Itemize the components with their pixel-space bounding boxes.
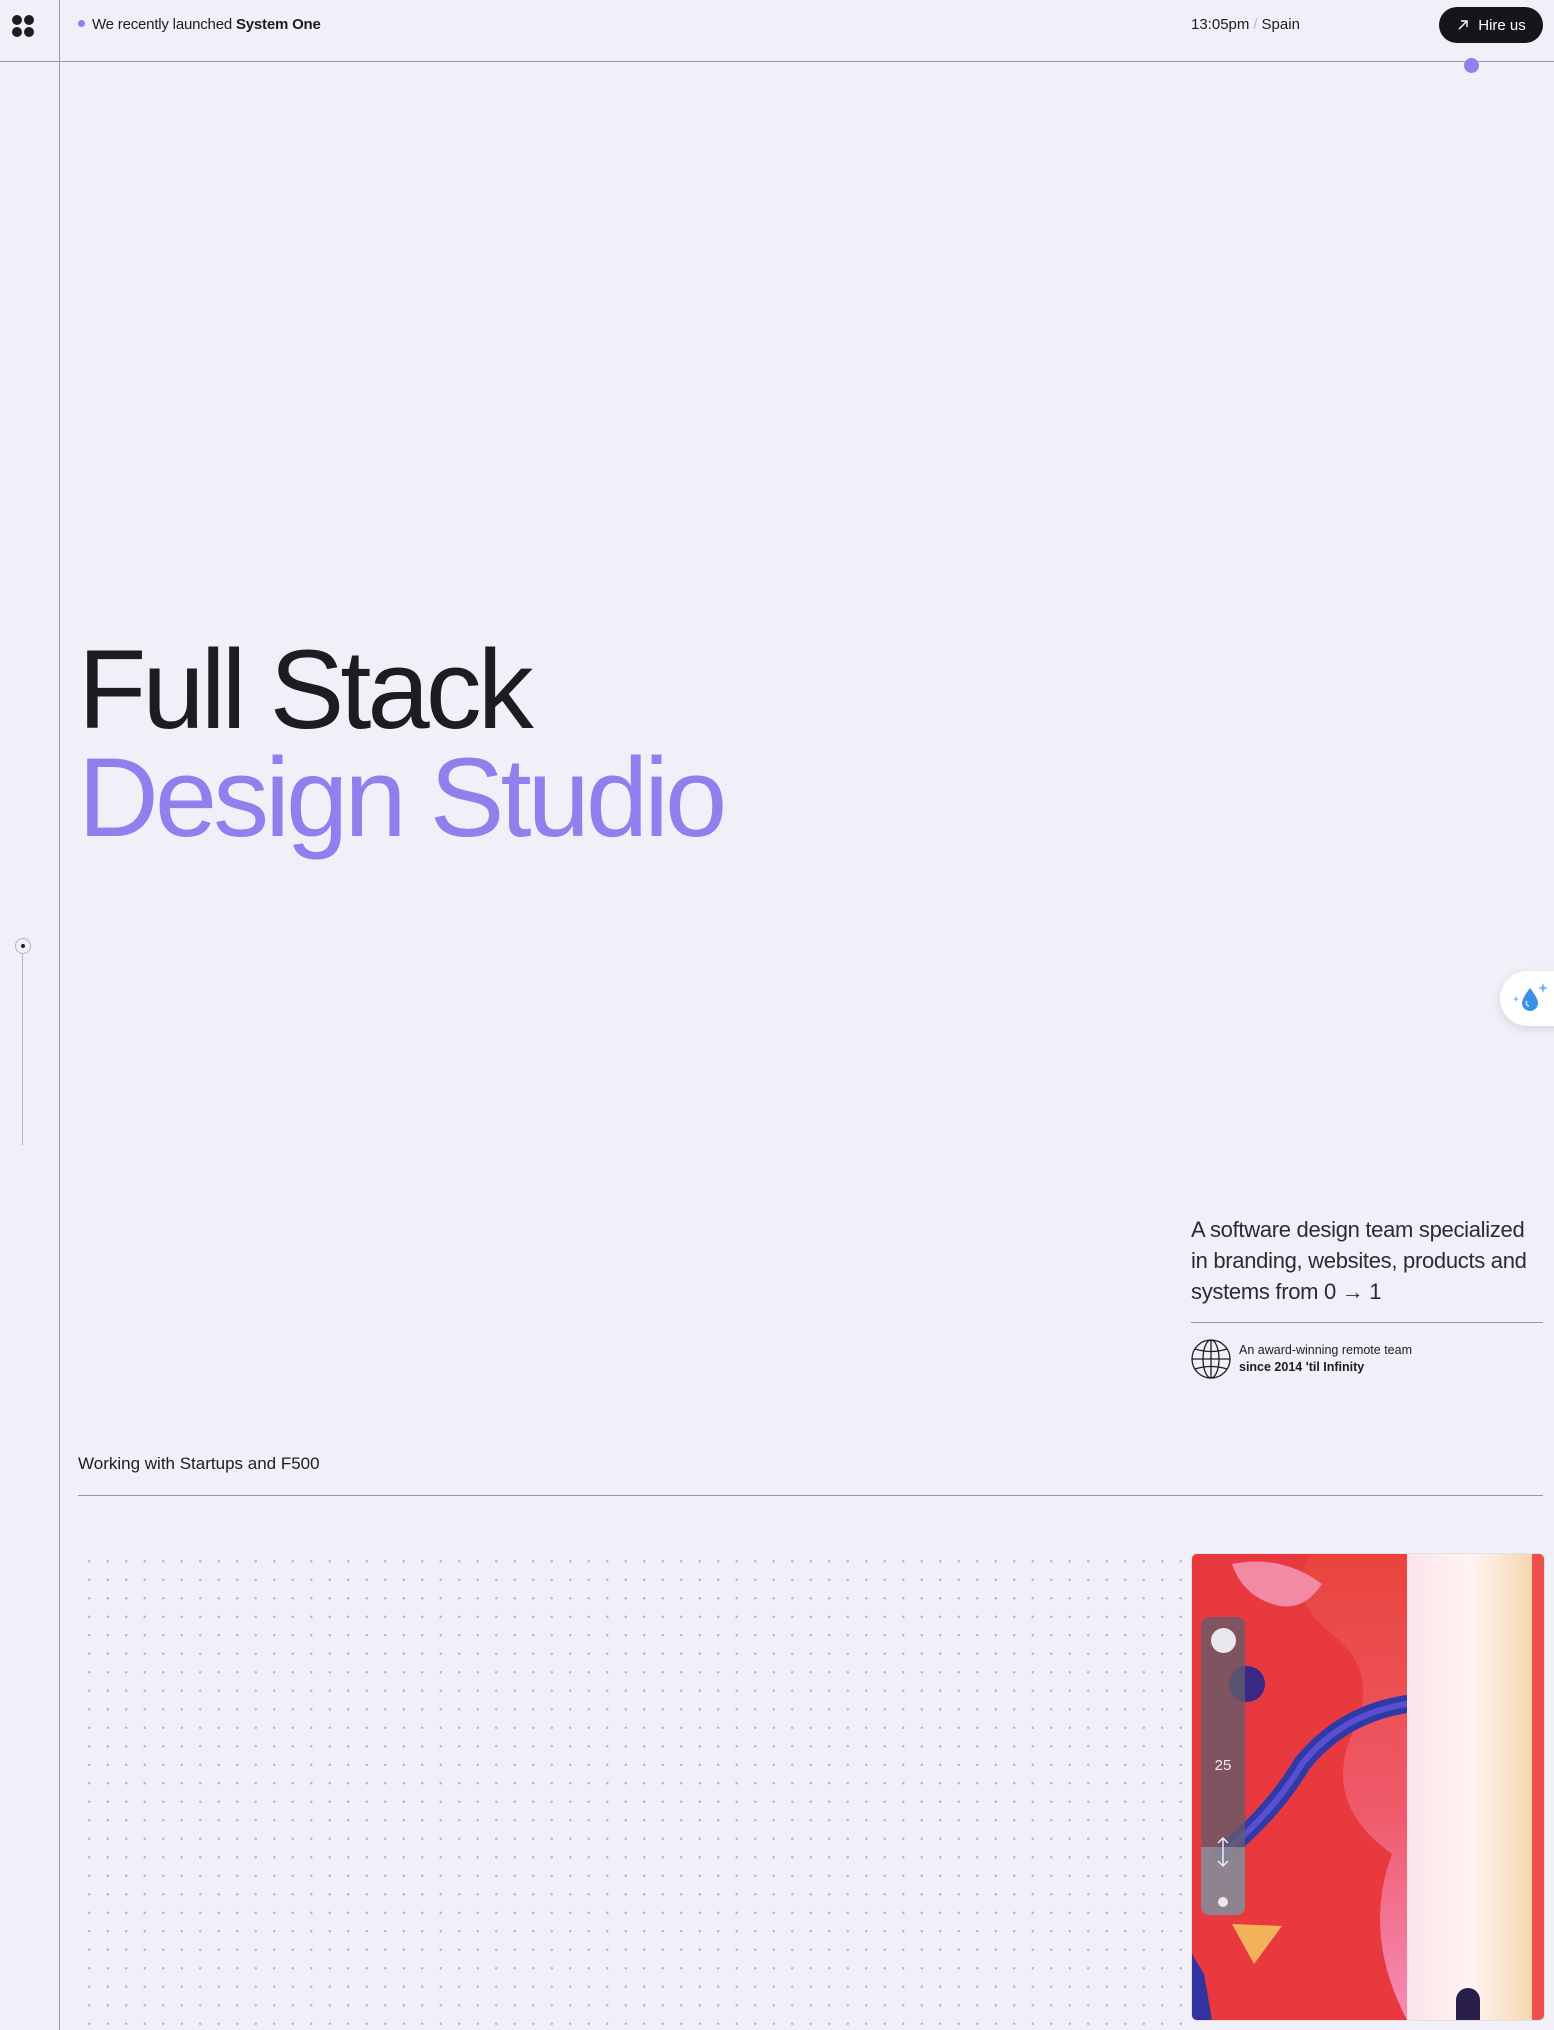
brush-size-slider[interactable]: 25	[1201, 1617, 1245, 1915]
intro-divider	[1191, 1322, 1543, 1323]
clients-divider	[78, 1495, 1543, 1496]
local-time: 13:05pm / Spain	[1191, 15, 1300, 35]
clients-heading: Working with Startups and F500	[78, 1454, 320, 1473]
hire-us-label: Hire us	[1478, 16, 1526, 34]
slider-handle[interactable]	[1211, 1628, 1236, 1653]
intro-text: A software design team specialized in br…	[1191, 1217, 1527, 1304]
time-separator: /	[1253, 16, 1258, 33]
announcement-product: System One	[235, 16, 321, 33]
cursor-dot	[1464, 58, 1479, 73]
left-vertical-rule	[59, 0, 60, 2030]
globe-icon	[1191, 1339, 1231, 1379]
hire-us-button[interactable]: Hire us	[1439, 7, 1543, 43]
award-line-1: An award-winning remote team	[1239, 1343, 1412, 1357]
hero-line-1: Full Stack	[78, 627, 534, 752]
scroll-indicator-track[interactable]	[22, 953, 23, 1145]
floating-widget-button[interactable]	[1500, 971, 1554, 1026]
hero-line-2: Design Studio	[78, 735, 727, 860]
announcement-prefix: We recently launched	[92, 16, 232, 33]
time-text: 13:05pm	[1191, 16, 1250, 33]
water-drop-sparkle-icon	[1513, 983, 1548, 1011]
dot-grid-background	[78, 1550, 1188, 2030]
announcement-link[interactable]: We recently launched System One	[78, 15, 321, 35]
award-line-2: since 2014 'til Infinity	[1239, 1360, 1365, 1374]
slider-value: 25	[1214, 1757, 1232, 1774]
logo-icon[interactable]	[12, 15, 34, 37]
slider-end-dot	[1218, 1897, 1228, 1907]
vertical-resize-icon	[1217, 1836, 1229, 1868]
location-text: Spain	[1261, 16, 1300, 33]
scroll-indicator-knob[interactable]	[15, 938, 31, 954]
announcement-dot-icon	[78, 20, 85, 27]
arrow-up-right-icon	[1458, 20, 1468, 30]
hero-title: Full Stack Design Studio	[78, 627, 727, 860]
award-text: An award-winning remote team since 2014 …	[1239, 1342, 1412, 1376]
